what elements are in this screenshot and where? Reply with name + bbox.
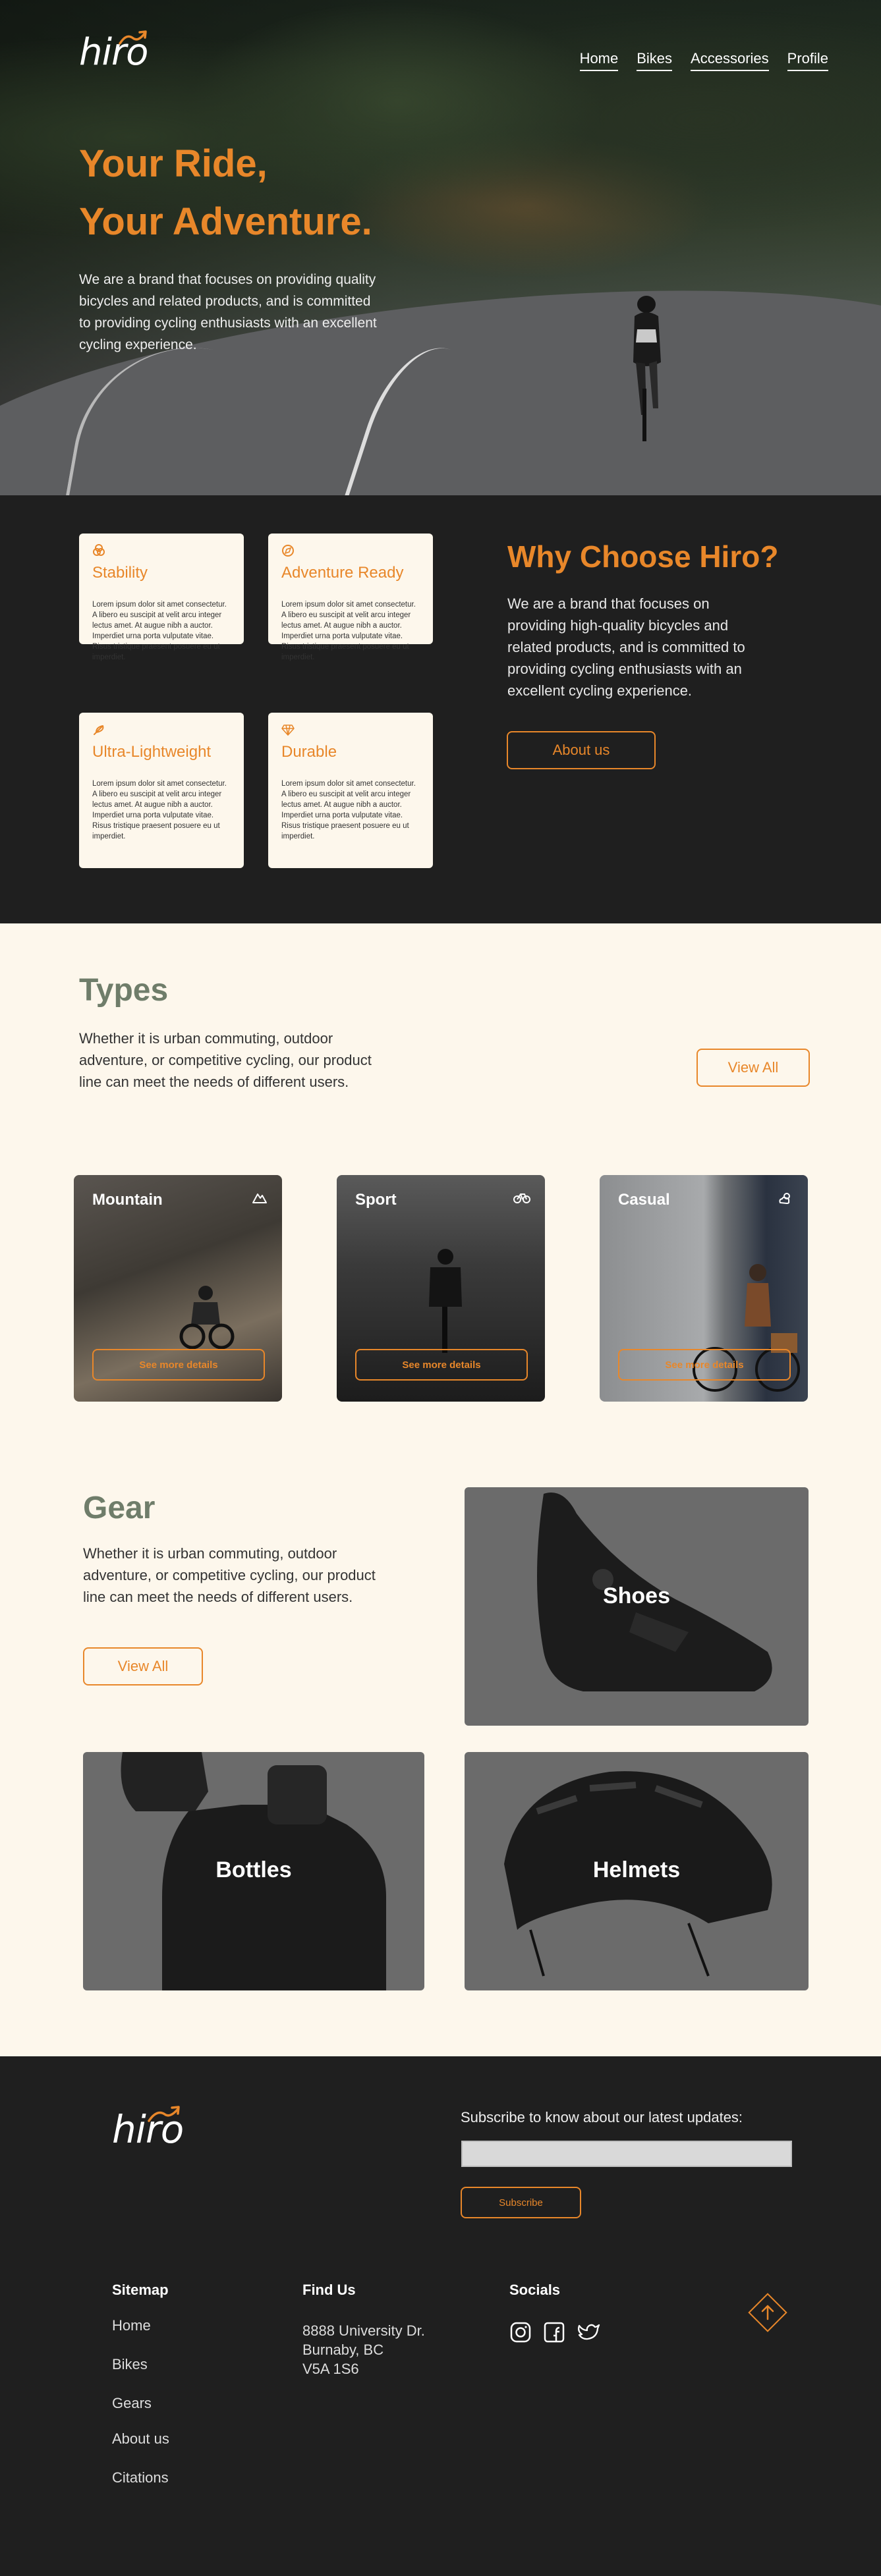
- compass-icon: [281, 544, 420, 560]
- types-view-all-button[interactable]: View All: [696, 1049, 810, 1087]
- hero-cyclist-image: [633, 296, 661, 441]
- nav-home[interactable]: Home: [579, 50, 619, 71]
- feather-icon: [92, 723, 231, 739]
- feature-card-lightweight: Ultra-Lightweight Lorem ipsum dolor sit …: [79, 713, 244, 868]
- diamond-icon: [281, 723, 420, 739]
- sitemap-title: Sitemap: [112, 2282, 169, 2298]
- feature-title: Durable: [281, 743, 337, 761]
- footer-logo[interactable]: hiro: [112, 2106, 184, 2149]
- about-us-button[interactable]: About us: [507, 731, 656, 769]
- see-more-details-button[interactable]: See more details: [618, 1349, 791, 1381]
- hero-title-line1: Your Ride,: [79, 142, 268, 185]
- subscribe-button[interactable]: Subscribe: [461, 2187, 581, 2218]
- address-line: V5A 1S6: [302, 2361, 359, 2377]
- gear-label-shoes: Shoes: [602, 1583, 671, 1608]
- type-card-mountain[interactable]: Mountain See more details: [74, 1175, 282, 1402]
- feature-text: Lorem ipsum dolor sit amet consectetur. …: [92, 780, 227, 840]
- mountain-icon: [252, 1191, 268, 1208]
- hero-title: Your Ride, Your Adventure.: [79, 135, 372, 251]
- gear-card-bottles[interactable]: Bottles: [83, 1752, 424, 1990]
- feature-card-durable: Durable Lorem ipsum dolor sit amet conse…: [268, 713, 433, 868]
- link-rings-icon: [92, 544, 231, 560]
- subscribe-email-input[interactable]: [461, 2141, 792, 2167]
- footer: hiro Subscribe to know about our latest …: [0, 2056, 881, 2576]
- gear-description: Whether it is urban commuting, outdoor a…: [83, 1545, 376, 1605]
- feature-text: Lorem ipsum dolor sit amet consectetur. …: [281, 780, 416, 840]
- socials-title: Socials: [509, 2282, 561, 2298]
- see-more-details-button[interactable]: See more details: [92, 1349, 265, 1381]
- feature-title: Adventure Ready: [281, 564, 404, 582]
- gear-card-helmets[interactable]: Helmets: [465, 1752, 809, 1990]
- mountain-rider-image: [179, 1286, 235, 1350]
- feature-card-stability: Stability Lorem ipsum dolor sit amet con…: [79, 534, 244, 661]
- arrow-up-icon: [761, 2305, 774, 2320]
- type-card-sport[interactable]: Sport See more details: [337, 1175, 545, 1402]
- sun-cloud-icon: [778, 1191, 793, 1209]
- address-line: 8888 University Dr.: [302, 2322, 425, 2339]
- gear-section: Gear Whether it is urban commuting, outd…: [0, 1450, 881, 2056]
- facebook-icon[interactable]: [543, 2321, 565, 2347]
- address: 8888 University Dr. Burnaby, BC V5A 1S6: [302, 2321, 425, 2378]
- types-section: Types Whether it is urban commuting, out…: [0, 923, 881, 1450]
- why-title: Why Choose Hiro?: [507, 539, 779, 574]
- sport-rider-image: [429, 1249, 462, 1353]
- types-title: Types: [79, 973, 169, 1008]
- feature-text: Lorem ipsum dolor sit amet consectetur. …: [92, 601, 227, 661]
- sitemap-link-home[interactable]: Home: [112, 2317, 151, 2334]
- address-line: Burnaby, BC: [302, 2342, 384, 2358]
- sitemap-link-citations[interactable]: Citations: [112, 2469, 169, 2486]
- feature-title: Stability: [92, 564, 148, 582]
- type-name: Casual: [618, 1191, 670, 1209]
- nav-profile[interactable]: Profile: [787, 50, 828, 71]
- subscribe-text: Subscribe to know about our latest updat…: [461, 2109, 743, 2125]
- sitemap-link-bikes[interactable]: Bikes: [112, 2356, 148, 2373]
- hero-section: hiro Home Bikes Accessories Profile Your…: [0, 0, 881, 495]
- bicycle-icon: [513, 1191, 530, 1208]
- feature-card-adventure: Adventure Ready Lorem ipsum dolor sit am…: [268, 534, 433, 661]
- hero-description: We are a brand that focuses on providing…: [79, 272, 377, 352]
- instagram-icon[interactable]: [509, 2321, 532, 2347]
- type-card-casual[interactable]: Casual See more details: [600, 1175, 808, 1402]
- why-section: Stability Lorem ipsum dolor sit amet con…: [0, 495, 881, 923]
- gear-label-bottles: Bottles: [215, 1857, 292, 1882]
- type-name: Mountain: [92, 1191, 163, 1209]
- logo-arrow-icon: [119, 30, 147, 45]
- gear-card-shoes[interactable]: Shoes: [465, 1487, 809, 1726]
- header-logo[interactable]: hiro: [79, 30, 148, 71]
- twitter-icon[interactable]: [577, 2321, 601, 2347]
- nav-bikes[interactable]: Bikes: [637, 50, 673, 71]
- type-name: Sport: [355, 1191, 397, 1209]
- why-description: We are a brand that focuses on providing…: [507, 595, 745, 699]
- logo-arrow-icon: [148, 2106, 180, 2122]
- sitemap-link-gears[interactable]: Gears: [112, 2395, 152, 2412]
- feature-text: Lorem ipsum dolor sit amet consectetur. …: [281, 601, 416, 661]
- findus-title: Find Us: [302, 2282, 356, 2298]
- main-nav: Home Bikes Accessories Profile: [579, 50, 828, 71]
- gear-title: Gear: [83, 1491, 156, 1525]
- feature-title: Ultra-Lightweight: [92, 743, 212, 761]
- gear-label-helmets: Helmets: [592, 1857, 681, 1882]
- gear-view-all-button[interactable]: View All: [83, 1647, 203, 1685]
- sitemap-link-about[interactable]: About us: [112, 2430, 169, 2448]
- hero-title-line2: Your Adventure.: [79, 200, 372, 243]
- nav-accessories[interactable]: Accessories: [691, 50, 769, 71]
- types-description: Whether it is urban commuting, outdoor a…: [79, 1030, 372, 1090]
- see-more-details-button[interactable]: See more details: [355, 1349, 528, 1381]
